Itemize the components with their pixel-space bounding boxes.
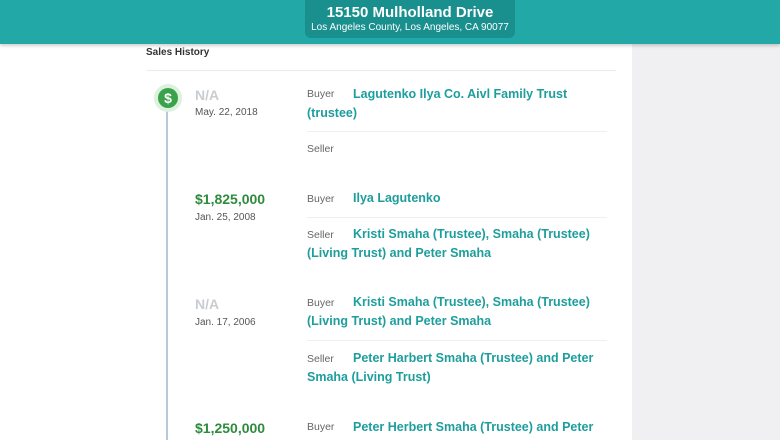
buyer-link[interactable]: Lagutenko Ilya Co. Aivl Family Trust (tr… [307,85,607,123]
sale-price: $1,825,000 [195,191,266,207]
dollar-icon: $ [154,84,182,112]
property-location: Los Angeles County, Los Angeles, CA 9007… [311,22,509,33]
property-header: 15150 Mulholland Drive Los Angeles Count… [0,0,780,44]
property-address: 15150 Mulholland Drive [326,4,494,21]
section-title: Sales History [146,47,210,58]
sale-price: $1,250,000 [195,420,266,436]
sale-date: Jan. 25, 2008 [195,212,256,223]
seller-label: Seller [307,143,334,155]
row-divider [307,131,607,132]
dollar-glyph: $ [158,88,178,108]
buyer-link[interactable]: Ilya Lagutenko [307,189,607,208]
sales-history-panel: Sales History $ N/A May. 22, 2018 Buyer … [0,0,632,440]
address-box: 15150 Mulholland Drive Los Angeles Count… [305,0,515,38]
buyer-link[interactable]: Kristi Smaha (Trustee), Smaha (Trustee) … [307,293,607,331]
sale-date: Jan. 17, 2006 [195,317,256,328]
row-divider [307,340,607,341]
sale-price: N/A [195,296,220,312]
sale-date: May. 22, 2018 [195,107,258,118]
seller-link[interactable]: Kristi Smaha (Trustee), Smaha (Trustee) … [307,225,607,263]
seller-link[interactable]: Peter Harbert Smaha (Trustee) and Peter … [307,349,607,387]
timeline-line [166,100,168,440]
section-divider [146,70,616,71]
buyer-link[interactable]: Peter Herbert Smaha (Trustee) and Peter [307,418,607,437]
sale-price: N/A [195,87,220,103]
row-divider [307,217,607,218]
